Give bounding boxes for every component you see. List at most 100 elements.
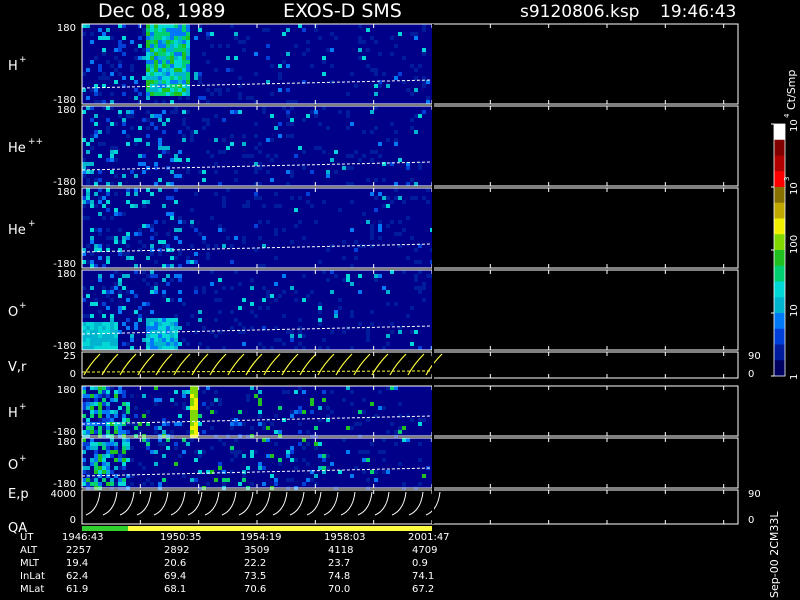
spectrogram-cell: [146, 322, 150, 326]
spectrogram-cell: [146, 52, 150, 56]
spectrogram-cell: [114, 146, 118, 150]
spectrogram-cell: [98, 76, 102, 80]
spectrogram-cell: [314, 426, 318, 430]
spectrogram-cell: [338, 208, 342, 212]
spectrogram-cell: [150, 88, 154, 92]
spectrogram-cell: [234, 56, 238, 60]
spectrogram-cell: [186, 80, 190, 84]
spectrogram-cell: [178, 76, 182, 80]
spectrogram-cell: [170, 182, 174, 186]
spectrogram-cell: [106, 442, 110, 446]
spectrogram-cell: [326, 248, 330, 252]
spectrogram-cell: [206, 32, 210, 36]
spectrogram-cell: [290, 446, 294, 450]
panel-label-sup: +: [19, 402, 27, 412]
spectrogram-cell: [190, 438, 194, 442]
spectrogram-cell: [422, 418, 426, 422]
spectrogram-cell: [310, 402, 314, 406]
spectrogram-cell: [218, 92, 222, 96]
spectrogram-cell: [118, 478, 122, 482]
spectrogram-cell: [406, 414, 410, 418]
spectrogram-cell: [222, 478, 226, 482]
spectrogram-cell: [150, 76, 154, 80]
spectrogram-cell: [98, 278, 102, 282]
spectrogram-cell: [306, 478, 310, 482]
spectrogram-cell: [222, 228, 226, 232]
spectrogram-cell: [106, 406, 110, 410]
spectrogram-cell: [170, 110, 174, 114]
spectrogram-cell: [90, 394, 94, 398]
spectrogram-cell: [126, 458, 130, 462]
spectrogram-cell: [110, 478, 114, 482]
spectrogram-cell: [422, 52, 426, 56]
spectrogram-cell: [270, 92, 274, 96]
spectrogram-cell: [106, 28, 110, 32]
spectrogram-cell: [150, 72, 154, 76]
colorbar-segment: [774, 328, 785, 345]
spectrogram-cell: [182, 52, 186, 56]
spectrogram-cell: [130, 256, 134, 260]
y-top-label: 180: [57, 269, 76, 280]
spectrogram-cell: [170, 342, 174, 346]
spectrogram-cell: [174, 314, 178, 318]
spectrogram-cell: [394, 76, 398, 80]
spectrogram-cell: [146, 36, 150, 40]
spectrogram-cell: [154, 32, 158, 36]
spectrogram-cell: [102, 334, 106, 338]
spectrogram-cell: [374, 478, 378, 482]
spectrogram-cell: [86, 188, 90, 192]
spectrogram-cell: [234, 318, 238, 322]
spectrogram-cell: [102, 36, 106, 40]
spectrogram-cell: [294, 44, 298, 48]
spectrogram-cell: [350, 390, 354, 394]
spectrogram-cell: [178, 36, 182, 40]
spectrogram-cell: [90, 426, 94, 430]
spectrogram-cell: [222, 470, 226, 474]
spectrogram-cell: [226, 478, 230, 482]
footer-row-label: InLat: [20, 571, 45, 582]
spectrogram-cell: [286, 450, 290, 454]
y-top-label: 180: [57, 385, 76, 396]
spectrogram-cell: [102, 338, 106, 342]
spectrogram-cell: [98, 418, 102, 422]
spectrogram-cell: [162, 294, 166, 298]
spectrogram-cell: [102, 76, 106, 80]
spectrogram-cell: [82, 248, 86, 252]
spectrogram-cell: [98, 386, 102, 390]
spectrogram-cell: [186, 88, 190, 92]
spectrogram-cell: [206, 122, 210, 126]
footer-value: 4709: [412, 545, 437, 556]
spectrogram-cell: [314, 446, 318, 450]
spectrogram-cell: [98, 410, 102, 414]
spectrogram-cell: [242, 478, 246, 482]
spectrogram-cell: [206, 150, 210, 154]
spectrogram-cell: [146, 142, 150, 146]
footer-value: 4118: [328, 545, 353, 556]
spectrogram-cell: [142, 76, 146, 80]
spectrogram-cell: [302, 458, 306, 462]
spectrogram-cell: [366, 334, 370, 338]
spectrogram-cell: [358, 422, 362, 426]
spectrogram-cell: [174, 56, 178, 60]
spectrogram-cell: [126, 252, 130, 256]
spectrogram-cell: [298, 442, 302, 446]
spectrogram-cell: [158, 442, 162, 446]
spectrogram-cell: [402, 56, 406, 60]
spectrogram-cell: [238, 282, 242, 286]
spectrogram-cell: [174, 326, 178, 330]
spectrogram-cell: [190, 410, 194, 414]
spectrogram-cell: [174, 40, 178, 44]
spectrogram-cell: [110, 346, 114, 350]
spectrogram-cell: [158, 92, 162, 96]
spectrogram-cell: [102, 394, 106, 398]
spectrogram-cell: [258, 220, 262, 224]
spectrogram-cell: [154, 318, 158, 322]
spectrogram-cell: [410, 126, 414, 130]
spectrogram-cell: [154, 402, 158, 406]
colorbar-tick-label: 10: [789, 304, 800, 317]
spectrogram-cell: [234, 454, 238, 458]
spectrogram-cell: [286, 64, 290, 68]
spectrogram-cell: [366, 458, 370, 462]
spectrogram-cell: [118, 24, 122, 28]
spectrogram-cell: [130, 446, 134, 450]
